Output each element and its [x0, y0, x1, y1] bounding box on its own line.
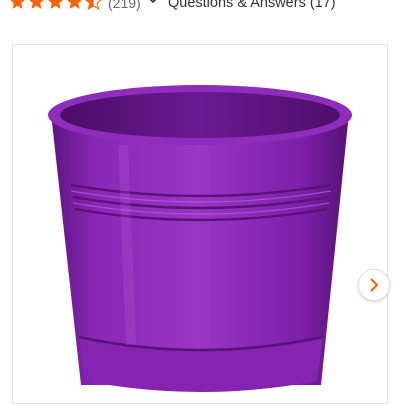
star-icon [48, 0, 63, 9]
star-icon [29, 0, 44, 9]
review-count[interactable]: (219) [108, 0, 141, 11]
questions-answers-link[interactable]: Questions & Answers (17) [168, 0, 336, 11]
chevron-right-icon [370, 278, 379, 292]
rating-row: (219) Questions & Answers (17) [0, 0, 400, 22]
carousel-next-button[interactable] [358, 269, 390, 301]
product-image-gallery [12, 44, 390, 405]
chevron-down-icon[interactable] [144, 0, 162, 6]
product-image[interactable] [13, 45, 389, 405]
half-star-icon [85, 0, 102, 11]
star-icon [67, 0, 82, 9]
star-icon [10, 0, 25, 9]
star-rating[interactable] [8, 0, 103, 12]
